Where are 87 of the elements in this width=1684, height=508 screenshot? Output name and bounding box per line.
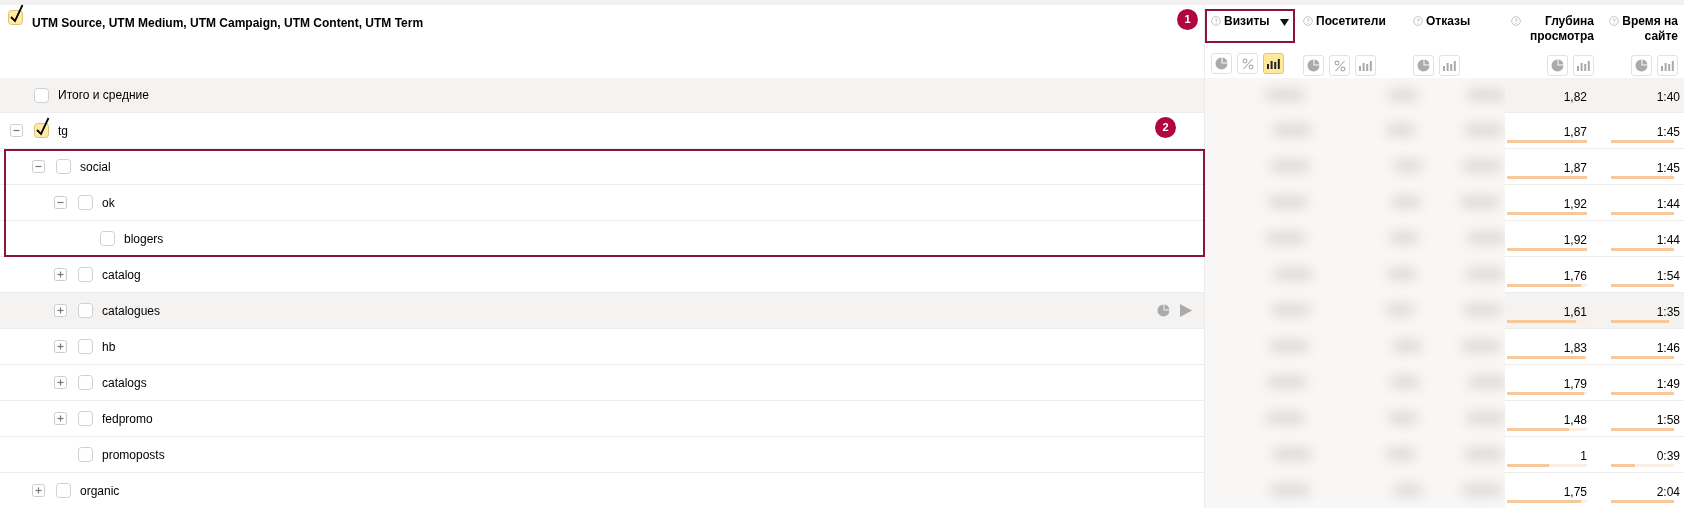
table-cell-text: 1,83	[1563, 340, 1587, 357]
row-label[interactable]: organic	[80, 481, 120, 500]
expand-toggle[interactable]	[54, 304, 67, 317]
column-header[interactable]: Время на сайте	[1600, 9, 1684, 43]
table-cell-text: 1:35	[1656, 304, 1680, 321]
view-toggle-button[interactable]	[1355, 55, 1376, 76]
step-badge: 1	[1177, 9, 1198, 30]
row-label: Итого и средние	[58, 87, 149, 104]
row-label[interactable]: tg	[58, 121, 68, 140]
collapse-toggle[interactable]	[54, 196, 67, 209]
expand-toggle[interactable]	[54, 340, 67, 353]
row-label[interactable]: catalogues	[102, 301, 161, 320]
view-toggle-button[interactable]	[1631, 55, 1652, 76]
help-icon[interactable]	[1511, 16, 1521, 26]
table-cell-text: 1:44	[1656, 196, 1680, 213]
table-cell-text: 1,87	[1563, 124, 1587, 141]
bar-chart-icon	[1443, 60, 1456, 71]
pie-chart-icon	[1215, 57, 1228, 70]
help-icon[interactable]	[1303, 16, 1313, 26]
pie-chart-icon[interactable]	[1157, 304, 1170, 317]
percent-icon	[1333, 59, 1346, 72]
table-cell-text: 0:39	[1656, 448, 1680, 465]
view-toggle-button[interactable]	[1547, 55, 1568, 76]
view-toggle-button[interactable]	[1657, 55, 1678, 76]
table-cell-text: 1:54	[1656, 268, 1680, 285]
expand-toggle[interactable]	[54, 268, 67, 281]
column-header[interactable]: Посетители	[1297, 9, 1407, 43]
bar-chart-icon	[1661, 60, 1674, 71]
pie-chart-icon	[1551, 59, 1564, 72]
row-label[interactable]: fedpromo	[102, 409, 153, 428]
table-cell-text: 1,61	[1563, 304, 1587, 321]
column-header[interactable]: Визиты	[1205, 9, 1295, 43]
table-cell-text: 1:40	[1656, 89, 1680, 106]
table-cell-text: 1,87	[1563, 160, 1587, 177]
checkbox[interactable]	[34, 117, 50, 138]
view-toggle-button[interactable]	[1573, 55, 1594, 76]
expand-toggle[interactable]	[54, 376, 67, 389]
row-label[interactable]: ok	[102, 193, 115, 212]
table-cell-text: 1:58	[1656, 412, 1680, 429]
help-icon[interactable]	[1413, 16, 1423, 26]
table-cell-text: 1:49	[1656, 376, 1680, 393]
bar-chart-icon	[1267, 58, 1280, 69]
pie-chart-icon	[1307, 59, 1320, 72]
expand-toggle[interactable]	[32, 484, 45, 497]
bar-chart-icon	[1577, 60, 1590, 71]
step-badge: 2	[1155, 117, 1176, 138]
table-cell-text: 1,82	[1563, 89, 1587, 106]
sort-caret-icon	[1279, 19, 1289, 26]
table-cell-text: 1,92	[1563, 196, 1587, 213]
table-cell-text: 2:04	[1656, 484, 1680, 501]
view-toggle-button[interactable]	[1211, 53, 1232, 74]
table-cell-text: 1:44	[1656, 232, 1680, 249]
column-header-title: UTM Source, UTM Medium, UTM Campaign, UTM Content, UTM Term	[32, 15, 424, 32]
row-label[interactable]: catalog	[102, 265, 141, 284]
column-header[interactable]: Отказы	[1407, 9, 1505, 43]
pie-chart-icon	[1417, 59, 1430, 72]
table-cell-text: 1,48	[1563, 412, 1587, 429]
view-toggle-button[interactable]	[1329, 55, 1350, 76]
expand-toggle[interactable]	[54, 412, 67, 425]
percent-icon	[1241, 57, 1254, 70]
view-toggle-button[interactable]	[1263, 53, 1284, 74]
table-cell-text: 1,76	[1563, 268, 1587, 285]
table-cell-text: 1	[1580, 448, 1587, 465]
table-cell-text: 1:46	[1656, 340, 1680, 357]
row-label[interactable]: hb	[102, 337, 116, 356]
help-icon[interactable]	[1211, 16, 1221, 26]
bar-chart-icon	[1359, 60, 1372, 71]
view-toggle-button[interactable]	[1413, 55, 1434, 76]
collapse-toggle[interactable]	[32, 160, 45, 173]
checkbox[interactable]	[8, 4, 24, 25]
row-label[interactable]: catalogs	[102, 373, 147, 392]
view-toggle-button[interactable]	[1237, 53, 1258, 74]
help-icon[interactable]	[1609, 16, 1619, 26]
pie-chart-icon	[1635, 59, 1648, 72]
play-icon[interactable]	[1180, 304, 1192, 317]
row-label[interactable]: promoposts	[102, 445, 165, 464]
view-toggle-button[interactable]	[1439, 55, 1460, 76]
table-cell-text: 1:45	[1656, 160, 1680, 177]
column-header[interactable]: Глубина просмотра	[1505, 9, 1600, 43]
table-cell-text: 1,75	[1563, 484, 1587, 501]
table-cell-text: 1:45	[1656, 124, 1680, 141]
table-cell-text: 1,92	[1563, 232, 1587, 249]
table-cell-text: 1,79	[1563, 376, 1587, 393]
view-toggle-button[interactable]	[1303, 55, 1324, 76]
row-label[interactable]: social	[80, 157, 111, 176]
row-label[interactable]: blogers	[124, 229, 164, 248]
collapse-toggle[interactable]	[10, 124, 23, 137]
